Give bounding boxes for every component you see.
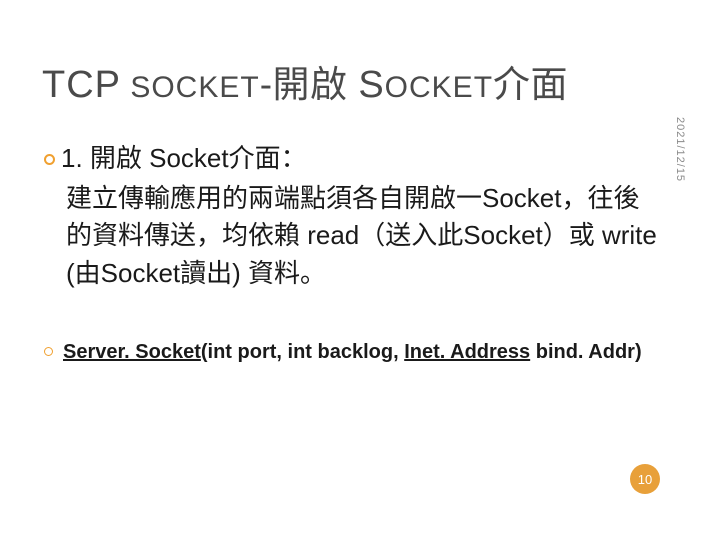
code-serversocket: Server. Socket [63, 341, 201, 363]
title-ocket-small: OCKET [385, 71, 493, 104]
title-dash: - [260, 64, 273, 105]
bullet-icon [44, 347, 53, 356]
slide-title: TCP SOCKET-開啟 SOCKET介面 [42, 54, 568, 108]
title-s-big: S [358, 64, 384, 106]
page-number: 10 [638, 472, 652, 487]
title-cjk-open: 開啟 [273, 64, 359, 105]
title-cjk-interface: 介面 [493, 64, 568, 105]
item1-lead: 1. 開啟 Socket介面： [61, 143, 307, 173]
code-params-open: (int port, int backlog, [201, 341, 404, 363]
title-socket-caps: SOCKET [121, 71, 260, 104]
item1-description: 建立傳輸應用的兩端點須各自開啟一Socket，往後的資料傳送，均依賴 read（… [66, 180, 660, 293]
date-vertical: 2021/12/15 [674, 117, 686, 182]
code-inetaddress: Inet. Address [404, 341, 530, 363]
title-tcp: TCP [42, 64, 121, 106]
bullet-item-2: Server. Socket(int port, int backlog, In… [44, 341, 660, 364]
page-number-badge: 10 [630, 464, 660, 494]
slide: TCP SOCKET-開啟 SOCKET介面 2021/12/15 1. 開啟 … [0, 0, 720, 540]
bullet-item-1: 1. 開啟 Socket介面： 建立傳輸應用的兩端點須各自開啟一Socket，往… [44, 140, 660, 293]
bullet-icon [44, 154, 55, 165]
body-content: 1. 開啟 Socket介面： 建立傳輸應用的兩端點須各自開啟一Socket，往… [44, 140, 660, 364]
code-params-rest: bind. Addr) [530, 341, 641, 363]
